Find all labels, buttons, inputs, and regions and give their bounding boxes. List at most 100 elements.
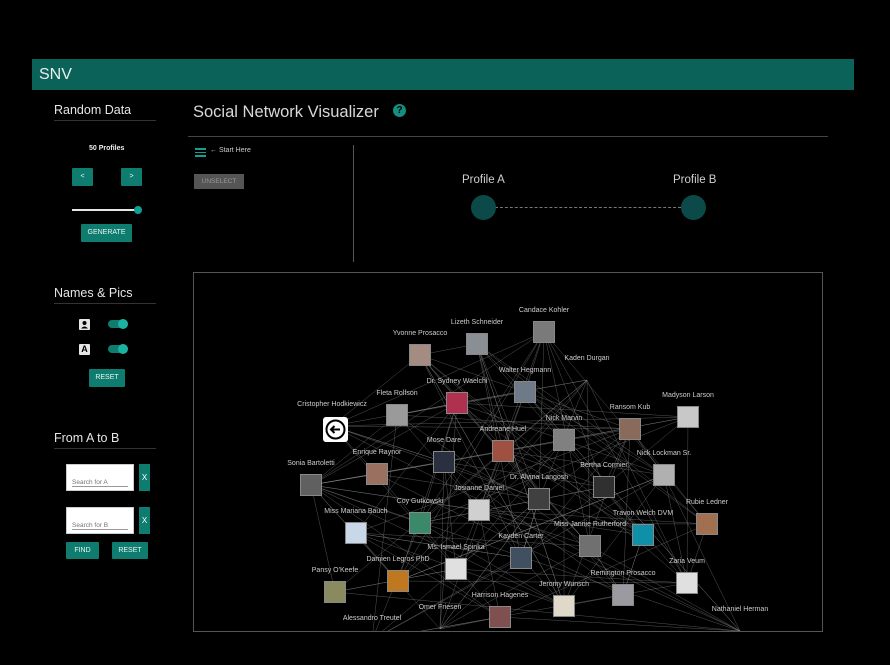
node-label: Bertha Cormier [580, 462, 628, 469]
node-label: Nathaniel Herman [711, 606, 769, 613]
profile-node[interactable] [492, 440, 514, 462]
profile-node[interactable] [593, 476, 615, 498]
node-label: Enrique Raynor [352, 449, 402, 456]
node-label: Remington Prosacco [590, 570, 656, 577]
profile-node[interactable] [324, 581, 346, 603]
graph-edge [476, 343, 504, 452]
network-graph[interactable]: Candace Kohler Lizeth Schneider Yvonne Pro… [193, 272, 823, 632]
show-names-toggle[interactable] [108, 344, 128, 354]
profile-node[interactable] [366, 463, 388, 485]
node-label: Miss Jannie Rutherford [554, 521, 626, 528]
profile-node[interactable] [632, 524, 654, 546]
profile-node[interactable] [446, 392, 468, 414]
profile-node[interactable] [300, 474, 322, 496]
menu-icon[interactable] [195, 148, 206, 157]
node-label: Jeromy Wunsch [538, 581, 590, 588]
names-pics-reset-button[interactable]: RESET [89, 369, 125, 387]
profile-a-slot[interactable] [471, 195, 496, 220]
names-pics-title: Names & Pics [54, 286, 133, 300]
clear-b-button[interactable]: X [139, 507, 150, 534]
profile-node[interactable] [696, 513, 718, 535]
slider-track[interactable] [72, 209, 138, 211]
node-label: Alessandro Treutel [342, 615, 402, 622]
path-connector [495, 207, 681, 208]
search-b-input[interactable] [72, 522, 128, 530]
profile-node[interactable] [579, 535, 601, 557]
find-path-button[interactable]: FIND [66, 542, 99, 559]
panel-divider [353, 145, 354, 262]
profile-node[interactable] [553, 595, 575, 617]
profile-node[interactable] [466, 333, 488, 355]
node-label: Cristopher Hodkiewicz [297, 401, 367, 408]
node-label: Mose Dare [426, 437, 462, 444]
a-to-b-title: From A to B [54, 431, 120, 445]
title-divider [188, 136, 828, 137]
graph-edge [499, 616, 741, 631]
clear-a-button[interactable]: X [139, 464, 150, 491]
graph-edge [397, 402, 458, 582]
toggle-knob [118, 319, 128, 329]
generate-button[interactable]: GENERATE [81, 224, 132, 242]
node-label: Candace Kohler [518, 307, 570, 314]
node-label: Nick Marvin [545, 415, 583, 422]
page-title: Social Network Visualizer [193, 103, 379, 121]
node-label: Lizeth Schneider [450, 319, 504, 326]
profile-node[interactable] [345, 522, 367, 544]
profile-node[interactable] [387, 570, 409, 592]
graph-edge [478, 509, 501, 618]
profile-node[interactable] [510, 547, 532, 569]
unselect-button[interactable]: UNSELECT [194, 174, 244, 189]
profile-node[interactable] [676, 572, 698, 594]
node-label: Nick Lockman Sr. [636, 450, 692, 457]
profile-node[interactable] [514, 381, 536, 403]
node-label: Zaria Veum [669, 558, 705, 565]
profile-node[interactable] [386, 404, 408, 426]
profile-b-label: Profile B [673, 174, 717, 186]
node-label: Pansy O'Keefe [311, 567, 359, 574]
back-arrow-icon[interactable] [323, 417, 348, 442]
toggle-knob [118, 344, 128, 354]
a-to-b-divider [54, 448, 156, 449]
graph-edge [310, 484, 336, 593]
profile-a-label: Profile A [462, 174, 505, 186]
node-label: Dr. Sydney Waelchi [426, 378, 488, 385]
profile-node[interactable] [619, 418, 641, 440]
slider-handle[interactable] [134, 206, 142, 214]
names-pics-divider [54, 303, 156, 304]
profile-node[interactable] [677, 406, 699, 428]
help-icon[interactable]: ? [393, 104, 406, 117]
node-label: Sonia Bartoletti [287, 460, 335, 467]
node-label: Josianne Daniel [454, 485, 504, 492]
profile-node[interactable] [433, 451, 455, 473]
profile-node[interactable] [653, 464, 675, 486]
profile-node[interactable] [445, 558, 467, 580]
profile-node[interactable] [489, 606, 511, 628]
search-a-input[interactable] [72, 479, 128, 487]
node-label: Coy Gutkowski [396, 498, 444, 505]
profile-node[interactable] [612, 584, 634, 606]
node-label: Yvonne Prosacco [392, 330, 448, 337]
node-label: Madyson Larson [662, 392, 714, 399]
profile-node[interactable] [528, 488, 550, 510]
node-label: Kayden Carter [498, 533, 544, 540]
node-label: Harrison Hagenes [471, 592, 529, 599]
app-brand[interactable]: SNV [39, 66, 72, 84]
search-a-box [66, 464, 134, 491]
graph-edge [334, 591, 741, 631]
show-pictures-toggle[interactable] [108, 319, 128, 329]
portrait-icon [79, 319, 90, 330]
profile-node[interactable] [409, 512, 431, 534]
node-label: Omer Friesen [418, 604, 462, 611]
profile-b-slot[interactable] [681, 195, 706, 220]
a-to-b-reset-button[interactable]: RESET [112, 542, 148, 559]
profile-node[interactable] [533, 321, 555, 343]
profile-node[interactable] [409, 344, 431, 366]
profile-count-label: 50 Profiles [89, 145, 125, 152]
decrease-profiles-button[interactable]: < [72, 168, 93, 186]
names-icon: A [79, 344, 90, 355]
increase-profiles-button[interactable]: > [121, 168, 142, 186]
start-here-hint: ← Start Here [210, 147, 251, 154]
profile-node[interactable] [468, 499, 490, 521]
profile-node[interactable] [553, 429, 575, 451]
node-label: Andreane Huel [479, 426, 527, 433]
